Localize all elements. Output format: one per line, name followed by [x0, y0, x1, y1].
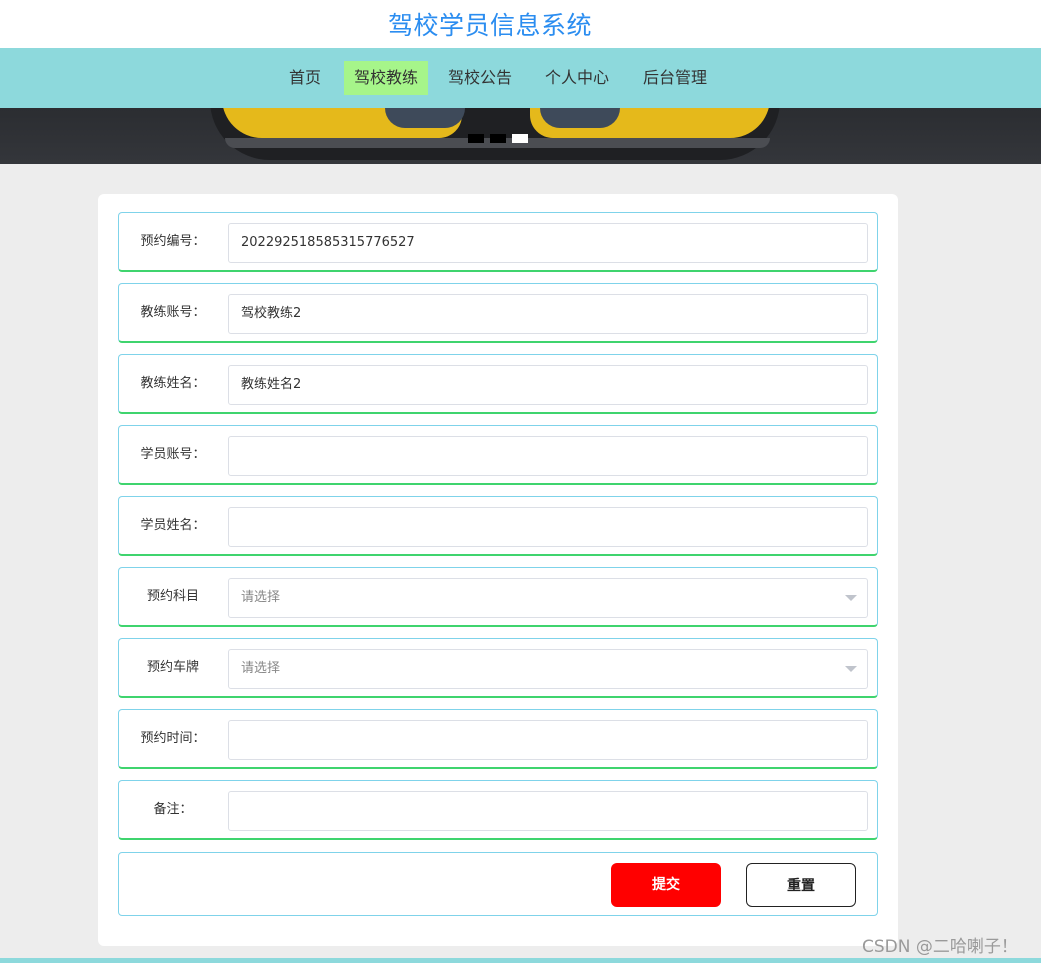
car-grille-left [385, 108, 465, 128]
reservation-id-input[interactable]: 202292518585315776527 [228, 223, 868, 263]
subject-select-placeholder: 请选择 [241, 590, 281, 605]
chevron-down-icon [845, 666, 857, 672]
form-row-reservation-time: 预约时间： [118, 709, 878, 769]
form-row-subject: 预约科目 请选择 [118, 567, 878, 627]
reservation-form: 预约编号： 202292518585315776527 教练账号： 驾校教练2 … [98, 194, 898, 946]
footer-strip [0, 958, 1041, 963]
nav-item-announcements[interactable]: 驾校公告 [440, 61, 520, 95]
reservation-time-label: 预约时间： [140, 731, 206, 746]
remarks-label: 备注： [153, 802, 193, 817]
license-plate-label: 预约车牌 [146, 660, 199, 675]
carousel-dot-1[interactable] [468, 134, 484, 143]
student-name-input[interactable] [228, 507, 868, 547]
nav-item-admin[interactable]: 后台管理 [635, 61, 715, 95]
submit-button[interactable]: 提交 [611, 863, 721, 907]
license-plate-select-placeholder: 请选择 [241, 661, 281, 676]
coach-account-label: 教练账号： [140, 305, 206, 320]
form-row-student-name: 学员姓名： [118, 496, 878, 556]
main-nav: 首页 驾校教练 驾校公告 个人中心 后台管理 [0, 48, 1041, 108]
reservation-time-input[interactable] [228, 720, 868, 760]
chevron-down-icon [845, 595, 857, 601]
student-account-label: 学员账号： [140, 447, 206, 462]
watermark: CSDN @二哈喇子！ [862, 937, 1018, 957]
coach-account-input[interactable]: 驾校教练2 [228, 294, 868, 334]
site-title: 驾校学员信息系统 [388, 11, 593, 40]
form-row-reservation-id: 预约编号： 202292518585315776527 [118, 212, 878, 272]
student-name-label: 学员姓名： [140, 518, 206, 533]
form-row-license-plate: 预约车牌 请选择 [118, 638, 878, 698]
car-grille-right [540, 108, 620, 128]
banner-carousel[interactable] [0, 108, 1041, 164]
remarks-input[interactable] [228, 791, 868, 831]
coach-name-input[interactable]: 教练姓名2 [228, 365, 868, 405]
form-actions: 提交 重置 [118, 852, 878, 916]
student-account-input[interactable] [228, 436, 868, 476]
reservation-id-label: 预约编号： [140, 234, 206, 249]
header: 驾校学员信息系统 [0, 0, 1041, 48]
form-row-coach-account: 教练账号： 驾校教练2 [118, 283, 878, 343]
nav-item-home[interactable]: 首页 [280, 61, 330, 95]
coach-name-label: 教练姓名： [140, 376, 206, 391]
form-row-coach-name: 教练姓名： 教练姓名2 [118, 354, 878, 414]
form-row-remarks: 备注： [118, 780, 878, 840]
form-row-student-account: 学员账号： [118, 425, 878, 485]
license-plate-select[interactable]: 请选择 [228, 649, 868, 689]
nav-item-coaches[interactable]: 驾校教练 [344, 61, 428, 95]
subject-select[interactable]: 请选择 [228, 578, 868, 618]
reset-button[interactable]: 重置 [746, 863, 856, 907]
carousel-dot-3[interactable] [512, 134, 528, 143]
subject-label: 预约科目 [146, 589, 199, 604]
nav-item-profile[interactable]: 个人中心 [537, 61, 617, 95]
carousel-dot-2[interactable] [490, 134, 506, 143]
